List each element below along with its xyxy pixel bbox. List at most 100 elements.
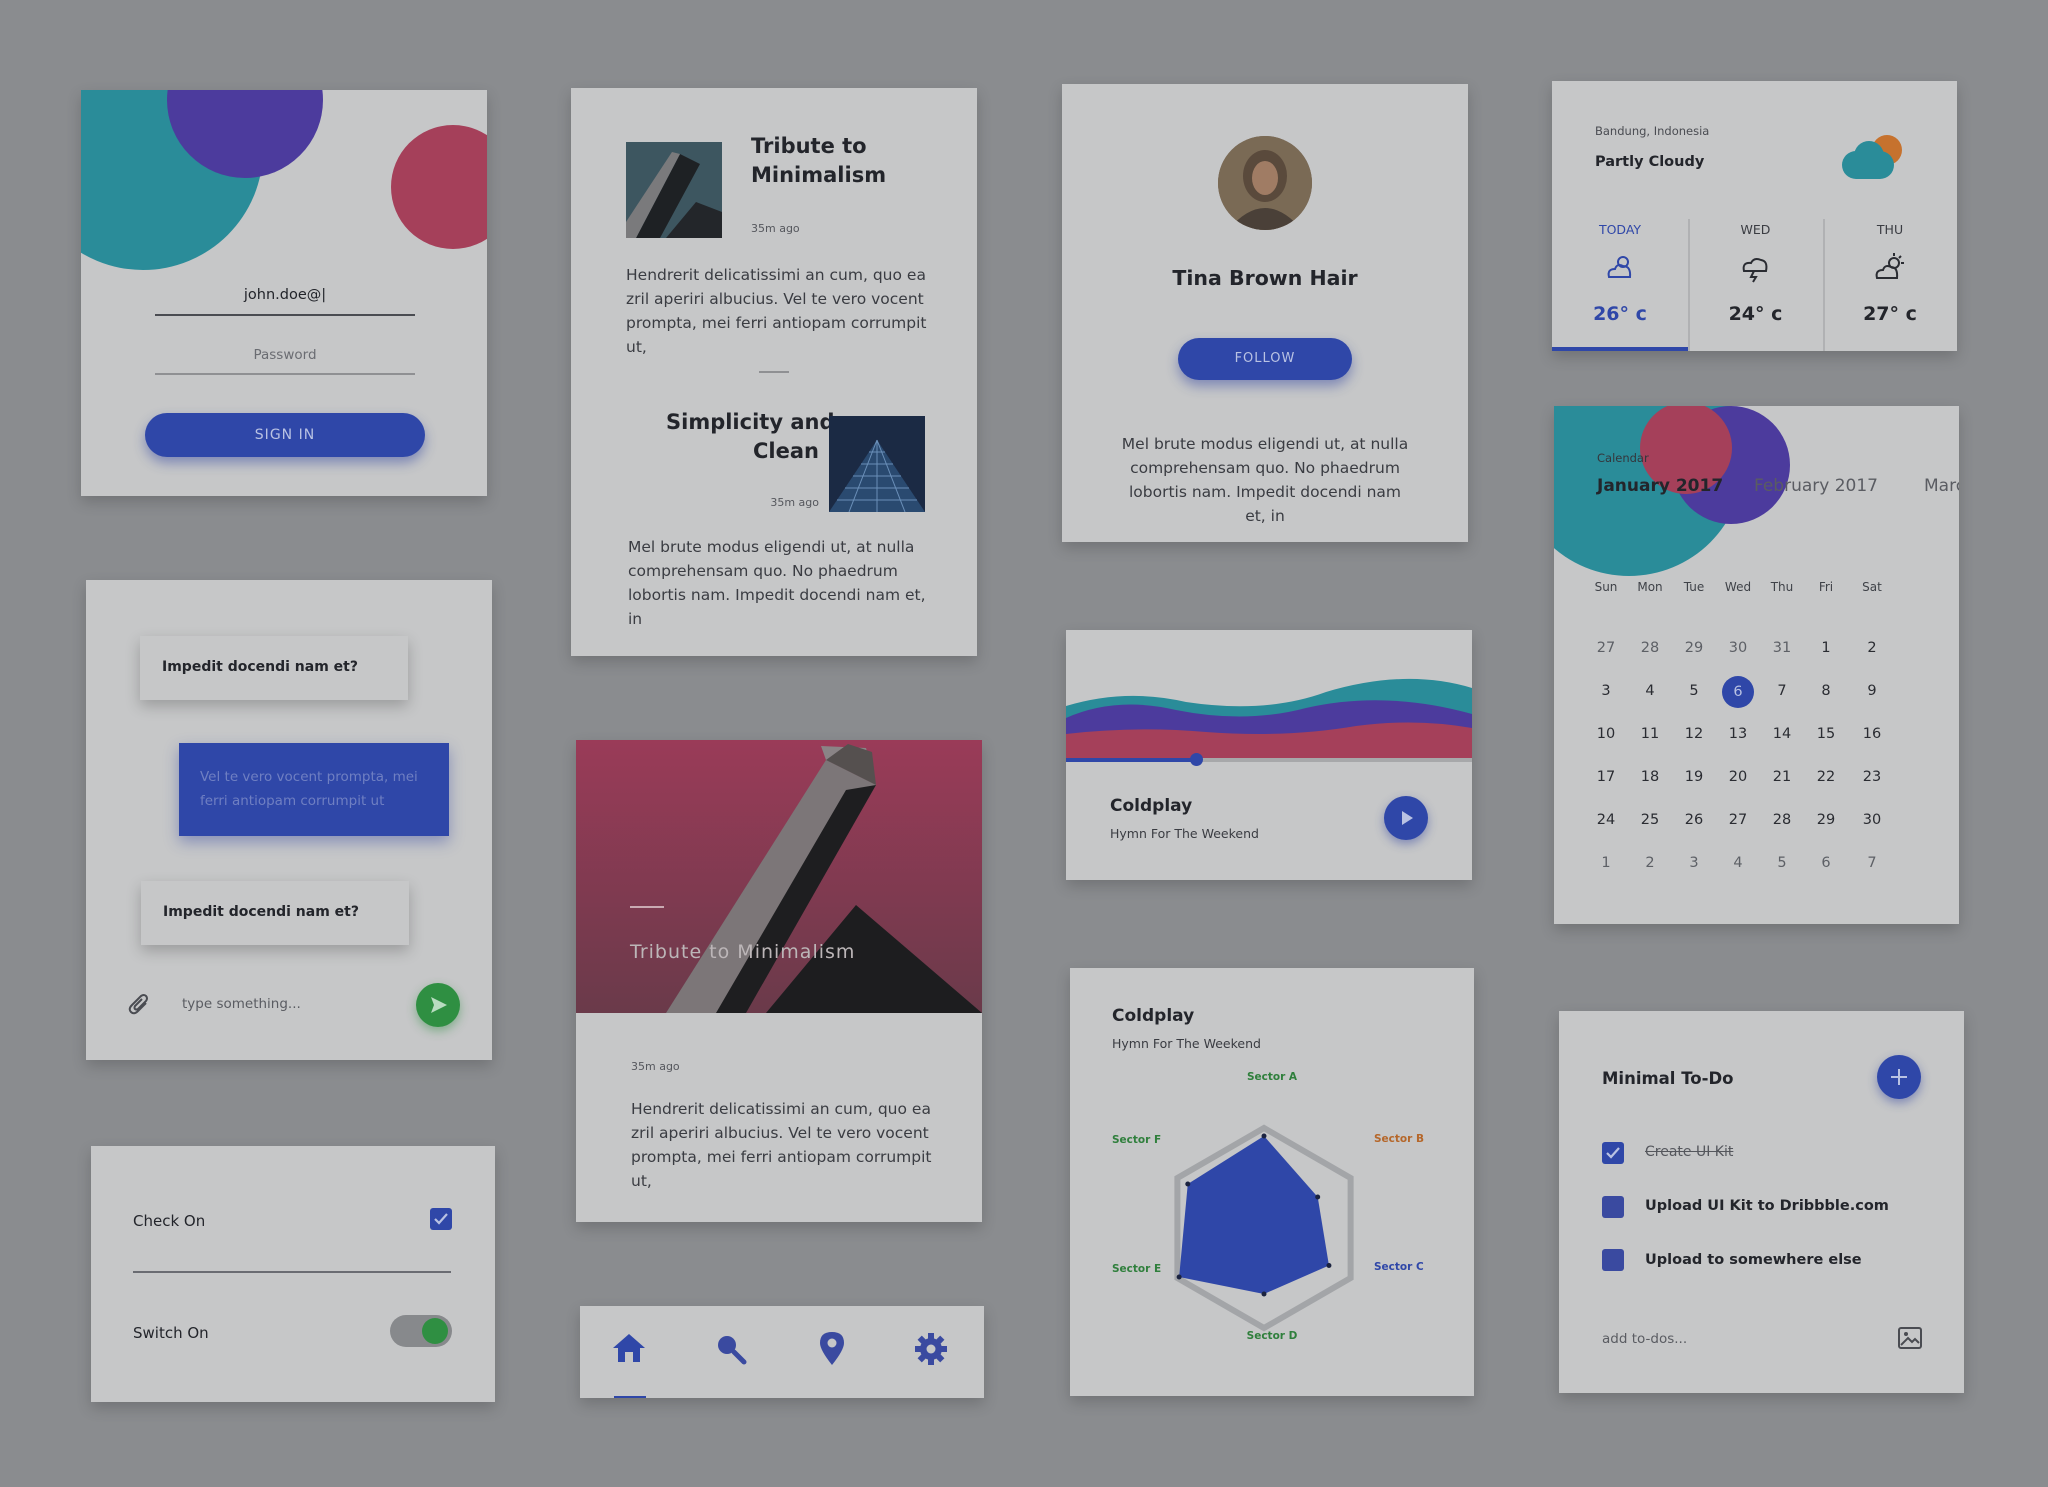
email-underline	[155, 314, 415, 316]
feature-image[interactable]	[576, 740, 982, 1013]
image-icon[interactable]	[1898, 1327, 1922, 1349]
calendar-day[interactable]: 1	[1808, 640, 1844, 656]
calendar-day[interactable]: 7	[1854, 855, 1890, 871]
calendar-day[interactable]: 11	[1632, 726, 1668, 742]
weather-today-column[interactable]	[1552, 219, 1688, 351]
calendar-day[interactable]: 13	[1720, 726, 1756, 742]
todo-checkbox[interactable]	[1602, 1196, 1624, 1218]
calendar-day[interactable]: 18	[1632, 769, 1668, 785]
weather-day-label-thu: THU	[1876, 222, 1904, 237]
weather-today-underline	[1552, 347, 1688, 351]
calendar-month-next[interactable]: February 2017	[1754, 476, 1878, 496]
calendar-day[interactable]: 30	[1720, 640, 1756, 656]
calendar-day[interactable]: 20	[1720, 769, 1756, 785]
play-button[interactable]	[1384, 796, 1428, 840]
calendar-day[interactable]: 31	[1764, 640, 1800, 656]
check-on-checkbox[interactable]	[430, 1208, 452, 1230]
sign-in-button[interactable]: SIGN IN	[145, 413, 425, 457]
calendar-day[interactable]: 6	[1808, 855, 1844, 871]
calendar-day[interactable]: 28	[1764, 812, 1800, 828]
calendar-day[interactable]: 27	[1588, 640, 1624, 656]
calendar-day[interactable]: 30	[1854, 812, 1890, 828]
gear-icon[interactable]	[914, 1332, 948, 1366]
avatar[interactable]	[1218, 136, 1312, 230]
blog-card: Tribute to Minimalism 35m ago Hendrerit …	[571, 88, 977, 656]
calendar-day[interactable]: 1	[1588, 855, 1624, 871]
send-button[interactable]	[416, 983, 460, 1027]
calendar-day[interactable]: 14	[1764, 726, 1800, 742]
calendar-month-after[interactable]: Marc	[1924, 476, 1959, 496]
calendar-weekday-tue: Tue	[1683, 580, 1705, 594]
calendar-day[interactable]: 3	[1676, 855, 1712, 871]
calendar-label: Calendar	[1597, 451, 1649, 465]
plus-icon	[1891, 1069, 1907, 1085]
radar-point-1	[1315, 1194, 1321, 1200]
todo-item-label[interactable]: Upload UI Kit to Dribbble.com	[1645, 1198, 1889, 1214]
post2-title-line2[interactable]: Clean	[666, 439, 819, 463]
calendar-day[interactable]: 10	[1588, 726, 1624, 742]
calendar-day[interactable]: 16	[1854, 726, 1890, 742]
add-todo-button[interactable]	[1877, 1055, 1921, 1099]
play-icon	[1402, 811, 1413, 825]
feature-title[interactable]: Tribute to Minimalism	[630, 941, 855, 963]
follow-button[interactable]: FOLLOW	[1178, 338, 1352, 380]
calendar-day[interactable]: 4	[1720, 855, 1756, 871]
calendar-day[interactable]: 19	[1676, 769, 1712, 785]
profile-bio: Mel brute modus eligendi ut, at nulla co…	[1121, 435, 1409, 525]
radar-artist: Coldplay	[1112, 1006, 1195, 1026]
calendar-day[interactable]: 21	[1764, 769, 1800, 785]
post2-title-line1[interactable]: Simplicity and	[666, 410, 834, 434]
attachment-icon[interactable]	[128, 993, 152, 1017]
email-field[interactable]: john.doe@|	[155, 287, 415, 303]
todo-item-label[interactable]: Create UI Kit	[1645, 1144, 1733, 1160]
calendar-day[interactable]: 15	[1808, 726, 1844, 742]
post2-thumbnail[interactable]	[829, 416, 925, 512]
calendar-day[interactable]: 24	[1588, 812, 1624, 828]
post1-thumbnail[interactable]	[626, 142, 722, 238]
calendar-day[interactable]: 7	[1764, 683, 1800, 699]
post1-time: 35m ago	[751, 222, 800, 235]
feature-body: Hendrerit delicatissimi an cum, quo ea z…	[631, 1100, 932, 1190]
calendar-day[interactable]: 22	[1808, 769, 1844, 785]
todo-checkbox[interactable]	[1602, 1249, 1624, 1271]
calendar-day[interactable]: 4	[1632, 683, 1668, 699]
chat-bubble-received: Impedit docendi nam et?	[140, 636, 408, 700]
sector-label-e: Sector E	[1112, 1263, 1162, 1275]
calendar-day-selected[interactable]: 6	[1722, 676, 1754, 708]
post1-title-line1[interactable]: Tribute to	[751, 134, 867, 158]
calendar-day[interactable]: 27	[1720, 812, 1756, 828]
calendar-day[interactable]: 29	[1676, 640, 1712, 656]
calendar-day[interactable]: 25	[1632, 812, 1668, 828]
switch-toggle[interactable]	[390, 1315, 452, 1347]
calendar-day[interactable]: 5	[1764, 855, 1800, 871]
radar-point-4	[1176, 1274, 1182, 1280]
search-icon[interactable]	[714, 1332, 748, 1366]
calendar-day[interactable]: 9	[1854, 683, 1890, 699]
calendar-day[interactable]: 3	[1588, 683, 1624, 699]
calendar-day[interactable]: 8	[1808, 683, 1844, 699]
post1-body: Hendrerit delicatissimi an cum, quo ea z…	[626, 266, 927, 356]
calendar-day[interactable]: 17	[1588, 769, 1624, 785]
calendar-month-current[interactable]: January 2017	[1597, 476, 1723, 496]
todo-checkbox-checked[interactable]	[1602, 1142, 1624, 1164]
calendar-day[interactable]: 2	[1854, 640, 1890, 656]
settings-card: Check On Switch On	[91, 1146, 495, 1402]
home-icon[interactable]	[612, 1332, 646, 1364]
weather-location: Bandung, Indonesia	[1595, 124, 1710, 138]
calendar-day[interactable]: 26	[1676, 812, 1712, 828]
calendar-day[interactable]: 29	[1808, 812, 1844, 828]
calendar-weekday-wed: Wed	[1724, 580, 1752, 594]
password-field[interactable]: Password	[155, 347, 415, 363]
calendar-day[interactable]: 5	[1676, 683, 1712, 699]
progress-handle[interactable]	[1190, 753, 1203, 766]
location-pin-icon[interactable]	[818, 1330, 846, 1366]
chat-input[interactable]: type something...	[182, 996, 301, 1012]
calendar-weekday-sat: Sat	[1862, 580, 1882, 594]
add-todo-input[interactable]: add to-dos...	[1602, 1331, 1687, 1347]
calendar-day[interactable]: 28	[1632, 640, 1668, 656]
todo-item-label[interactable]: Upload to somewhere else	[1645, 1252, 1862, 1268]
calendar-day[interactable]: 12	[1676, 726, 1712, 742]
post1-title-line2[interactable]: Minimalism	[751, 163, 886, 187]
calendar-day[interactable]: 23	[1854, 769, 1890, 785]
calendar-day[interactable]: 2	[1632, 855, 1668, 871]
